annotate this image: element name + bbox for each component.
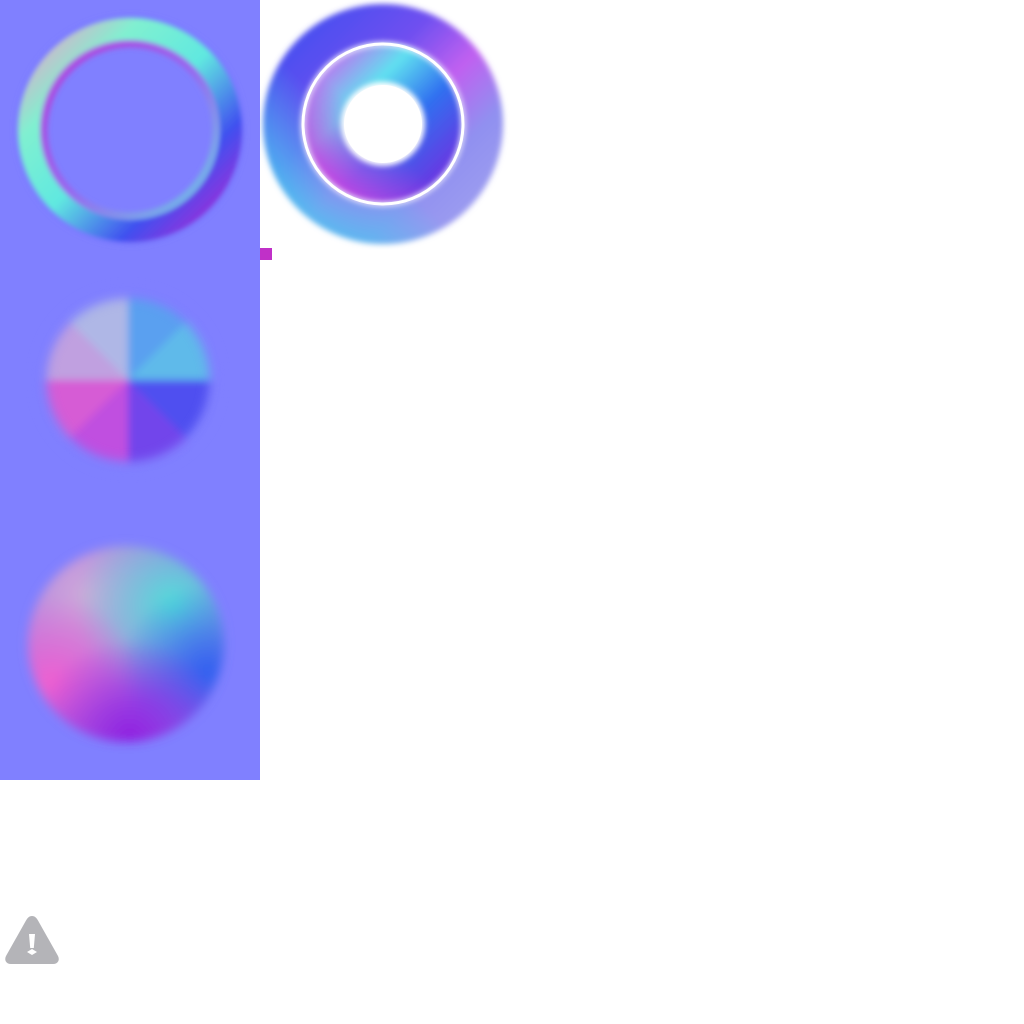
sphere-normal-map-graphic [28,546,224,742]
torus-normal-map-graphic [263,4,503,244]
torus-normal-map [260,0,510,250]
cone-normal-map [0,260,260,520]
color-marker [260,248,272,260]
cone-normal-map-graphic [38,290,218,470]
ring-normal-map-graphic [14,14,246,246]
sphere-normal-map [0,520,260,780]
warning-icon [2,912,62,968]
ring-normal-map [0,0,260,260]
texture-canvas [0,0,1024,1024]
normal-map-atlas-strip [0,0,260,780]
